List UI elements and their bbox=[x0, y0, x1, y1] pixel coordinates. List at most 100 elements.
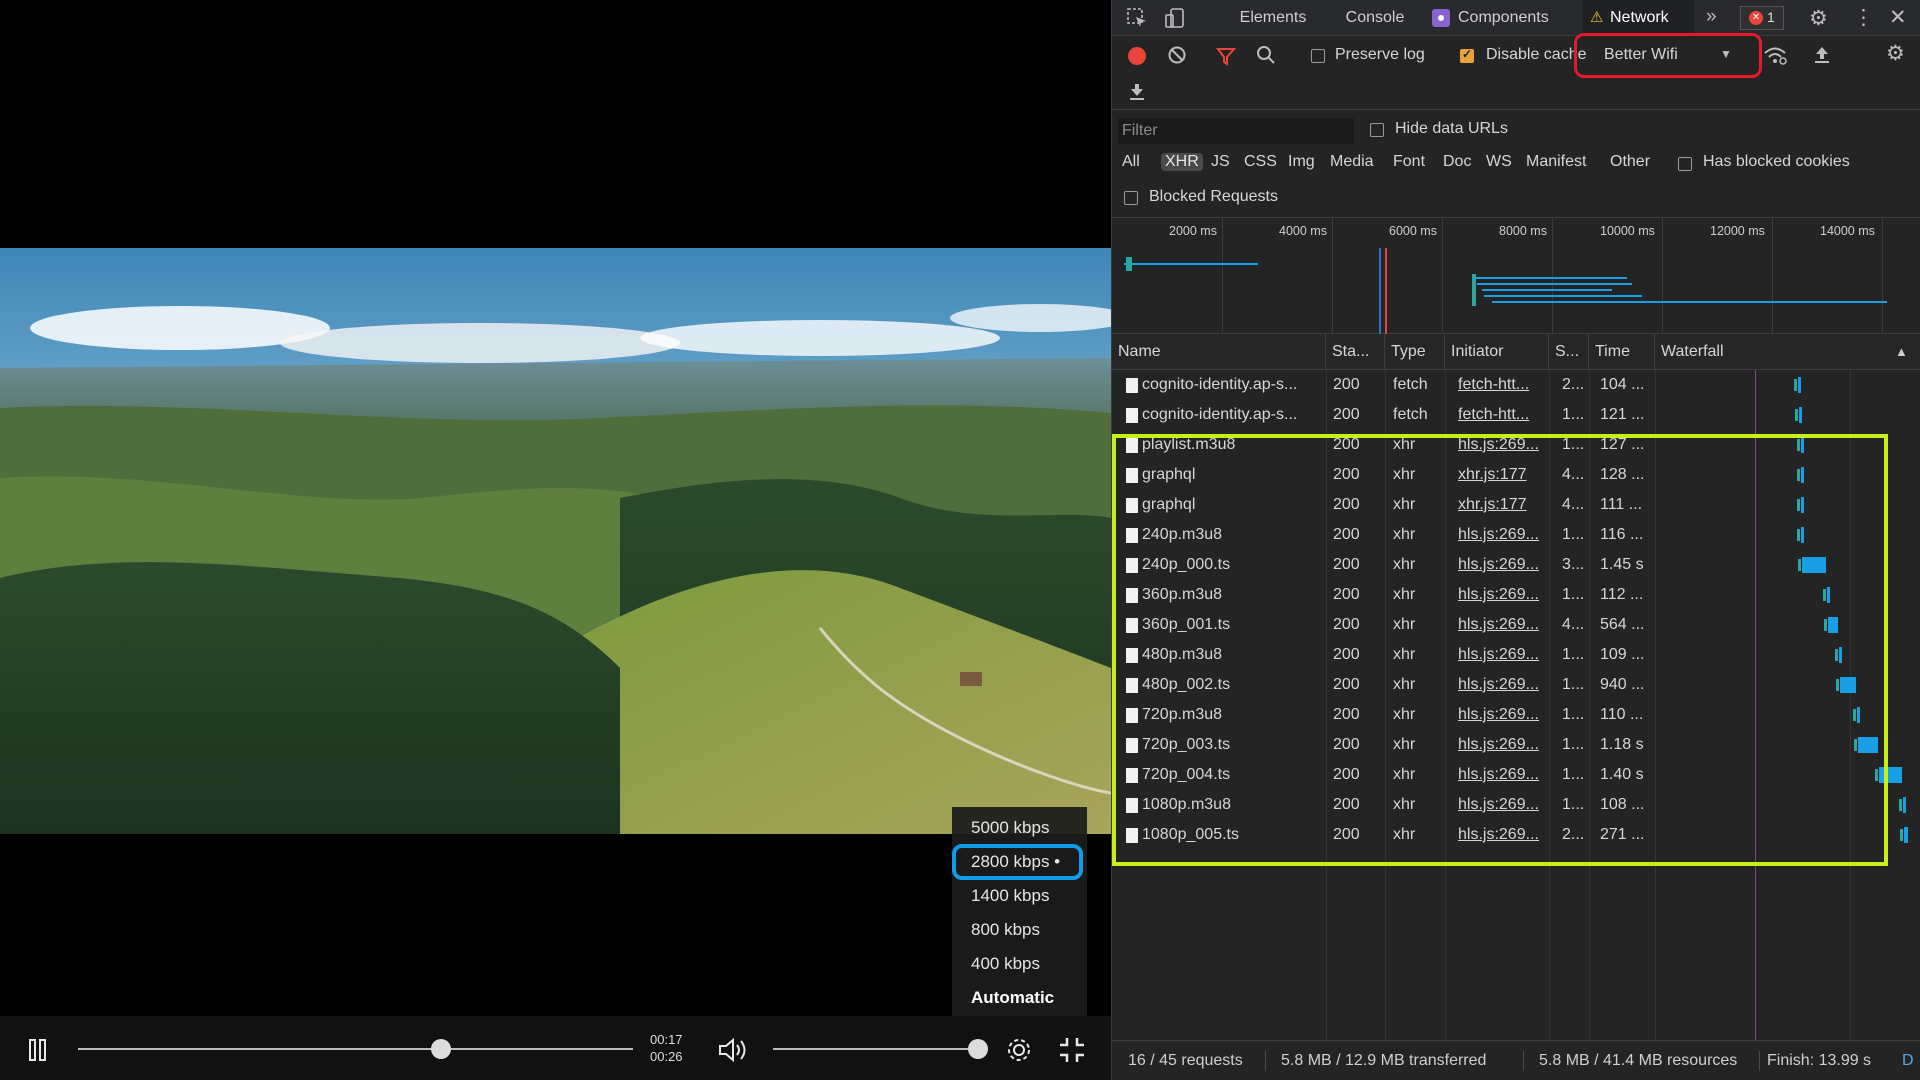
video-player[interactable]: 5000 kbps 2800 kbps • 1400 kbps 800 kbps… bbox=[0, 0, 1111, 1080]
request-initiator[interactable]: hls.js:269... bbox=[1458, 580, 1547, 610]
table-row[interactable]: 480p_002.ts 200 xhr hls.js:269... 1... 940 ..… bbox=[1112, 670, 1920, 700]
table-row[interactable]: cognito-identity.ap-s... 200 fetch fetch-ht… bbox=[1112, 400, 1920, 430]
request-initiator[interactable]: hls.js:269... bbox=[1458, 790, 1547, 820]
seek-thumb[interactable] bbox=[430, 1039, 451, 1059]
error-badge[interactable]: ✕ 1 bbox=[1740, 6, 1784, 30]
settings-gear-icon[interactable] bbox=[1005, 1036, 1033, 1064]
request-initiator[interactable]: hls.js:269... bbox=[1458, 700, 1547, 730]
request-initiator[interactable]: hls.js:269... bbox=[1458, 640, 1547, 670]
more-options-icon[interactable]: ⋮ bbox=[1853, 5, 1874, 30]
column-status[interactable]: Sta... bbox=[1326, 334, 1385, 370]
table-row[interactable]: 1080p_005.ts 200 xhr hls.js:269... 2... 271 .… bbox=[1112, 820, 1920, 850]
request-initiator[interactable]: xhr.js:177 bbox=[1458, 460, 1547, 490]
quality-option-800[interactable]: 800 kbps bbox=[952, 913, 1087, 947]
table-row[interactable]: 720p_003.ts 200 xhr hls.js:269... 1... 1.18 s bbox=[1112, 730, 1920, 760]
type-filter-all[interactable]: All bbox=[1122, 153, 1140, 171]
tab-console[interactable]: Console bbox=[1330, 0, 1420, 36]
request-name: graphql bbox=[1142, 466, 1196, 483]
request-initiator[interactable]: hls.js:269... bbox=[1458, 550, 1547, 580]
column-name[interactable]: Name bbox=[1112, 334, 1326, 370]
video-frame[interactable] bbox=[0, 248, 1111, 834]
type-filter-ws[interactable]: WS bbox=[1486, 153, 1512, 171]
import-har-icon[interactable] bbox=[1812, 44, 1832, 69]
has-blocked-cookies-checkbox[interactable] bbox=[1678, 157, 1692, 171]
network-settings-gear-icon[interactable]: ⚙ bbox=[1886, 41, 1905, 66]
request-time: 128 ... bbox=[1600, 466, 1645, 483]
throttle-select[interactable]: Better Wifi ▼ bbox=[1602, 40, 1740, 70]
request-initiator[interactable]: hls.js:269... bbox=[1458, 430, 1547, 460]
table-row[interactable]: 480p.m3u8 200 xhr hls.js:269... 1... 109 ... bbox=[1112, 640, 1920, 670]
filter-input[interactable]: Filter bbox=[1118, 118, 1354, 144]
record-icon[interactable] bbox=[1128, 47, 1146, 65]
pause-icon[interactable] bbox=[28, 1039, 48, 1061]
quality-option-1400[interactable]: 1400 kbps bbox=[952, 879, 1087, 913]
quality-option-2800[interactable]: 2800 kbps • bbox=[952, 845, 1087, 879]
column-size[interactable]: S... bbox=[1549, 334, 1589, 370]
table-row[interactable]: 240p_000.ts 200 xhr hls.js:269... 3... 1.45 s bbox=[1112, 550, 1920, 580]
type-filter-xhr[interactable]: XHR bbox=[1161, 153, 1203, 171]
type-filter-img[interactable]: Img bbox=[1288, 153, 1315, 171]
inspect-element-icon[interactable] bbox=[1126, 7, 1148, 34]
table-row[interactable]: 360p_001.ts 200 xhr hls.js:269... 4... 564 ..… bbox=[1112, 610, 1920, 640]
close-icon[interactable]: ✕ bbox=[1889, 5, 1907, 30]
table-row[interactable]: 1080p.m3u8 200 xhr hls.js:269... 1... 108 ... bbox=[1112, 790, 1920, 820]
quality-option-automatic[interactable]: Automatic bbox=[952, 981, 1087, 1015]
table-row[interactable]: graphql 200 xhr xhr.js:177 4... 111 ... bbox=[1112, 490, 1920, 520]
request-initiator[interactable]: hls.js:269... bbox=[1458, 730, 1547, 760]
type-filter-manifest[interactable]: Manifest bbox=[1526, 153, 1586, 171]
table-row[interactable]: playlist.m3u8 200 xhr hls.js:269... 1... 127 … bbox=[1112, 430, 1920, 460]
seek-bar[interactable] bbox=[78, 1048, 633, 1050]
search-icon[interactable] bbox=[1256, 45, 1276, 70]
disable-cache-checkbox[interactable] bbox=[1460, 47, 1474, 63]
tab-network[interactable]: ⚠ Network bbox=[1582, 0, 1694, 36]
table-row[interactable]: 360p.m3u8 200 xhr hls.js:269... 1... 112 ... bbox=[1112, 580, 1920, 610]
type-filter-css[interactable]: CSS bbox=[1244, 153, 1277, 171]
network-conditions-icon[interactable] bbox=[1763, 45, 1787, 70]
request-type: xhr bbox=[1393, 496, 1416, 513]
device-toolbar-icon[interactable] bbox=[1164, 7, 1186, 34]
column-initiator[interactable]: Initiator bbox=[1445, 334, 1549, 370]
request-name: 360p_001.ts bbox=[1142, 616, 1231, 633]
table-header: Name Sta... Type Initiator S... Time Wat… bbox=[1112, 334, 1920, 370]
volume-slider[interactable] bbox=[773, 1048, 978, 1050]
request-initiator[interactable]: hls.js:269... bbox=[1458, 820, 1547, 850]
table-row[interactable]: graphql 200 xhr xhr.js:177 4... 128 ... bbox=[1112, 460, 1920, 490]
table-row[interactable]: 720p_004.ts 200 xhr hls.js:269... 1... 1.40 s bbox=[1112, 760, 1920, 790]
blocked-requests-checkbox[interactable] bbox=[1124, 191, 1138, 205]
request-initiator[interactable]: xhr.js:177 bbox=[1458, 490, 1547, 520]
request-initiator[interactable]: fetch-htt... bbox=[1458, 400, 1547, 430]
table-row[interactable]: 720p.m3u8 200 xhr hls.js:269... 1... 110 ... bbox=[1112, 700, 1920, 730]
volume-icon[interactable] bbox=[718, 1037, 750, 1063]
request-initiator[interactable]: hls.js:269... bbox=[1458, 610, 1547, 640]
quality-option-400[interactable]: 400 kbps bbox=[952, 947, 1087, 981]
column-type[interactable]: Type bbox=[1385, 334, 1445, 370]
request-initiator[interactable]: fetch-htt... bbox=[1458, 370, 1547, 400]
quality-option-5000[interactable]: 5000 kbps bbox=[952, 811, 1087, 845]
tab-elements[interactable]: Elements bbox=[1228, 0, 1318, 36]
type-filter-other[interactable]: Other bbox=[1610, 153, 1650, 171]
sort-ascending-icon[interactable]: ▲ bbox=[1895, 344, 1908, 359]
network-overview[interactable]: 2000 ms 4000 ms 6000 ms 8000 ms 10000 ms… bbox=[1112, 218, 1920, 334]
request-initiator[interactable]: hls.js:269... bbox=[1458, 760, 1547, 790]
table-row[interactable]: cognito-identity.ap-s... 200 fetch fetch-ht… bbox=[1112, 370, 1920, 400]
hide-data-urls-checkbox[interactable] bbox=[1370, 123, 1384, 137]
column-time[interactable]: Time bbox=[1589, 334, 1655, 370]
tab-components[interactable]: Components bbox=[1454, 0, 1570, 36]
table-row[interactable]: 240p.m3u8 200 xhr hls.js:269... 1... 116 ... bbox=[1112, 520, 1920, 550]
settings-gear-icon[interactable]: ⚙ bbox=[1809, 6, 1828, 31]
volume-thumb[interactable] bbox=[968, 1039, 988, 1059]
type-filter-media[interactable]: Media bbox=[1330, 153, 1374, 171]
type-filter-js[interactable]: JS bbox=[1211, 153, 1230, 171]
request-initiator[interactable]: hls.js:269... bbox=[1458, 520, 1547, 550]
filter-icon[interactable] bbox=[1216, 46, 1237, 71]
more-tabs-icon[interactable]: » bbox=[1706, 6, 1717, 28]
exit-fullscreen-icon[interactable] bbox=[1058, 1036, 1086, 1064]
preserve-log-checkbox[interactable] bbox=[1311, 49, 1325, 63]
export-har-icon[interactable] bbox=[1127, 81, 1147, 106]
type-filter-font[interactable]: Font bbox=[1393, 153, 1425, 171]
type-filter-doc[interactable]: Doc bbox=[1443, 153, 1471, 171]
request-time: 127 ... bbox=[1600, 436, 1645, 453]
column-waterfall[interactable]: Waterfall bbox=[1655, 334, 1920, 370]
request-initiator[interactable]: hls.js:269... bbox=[1458, 670, 1547, 700]
clear-icon[interactable] bbox=[1167, 45, 1187, 70]
